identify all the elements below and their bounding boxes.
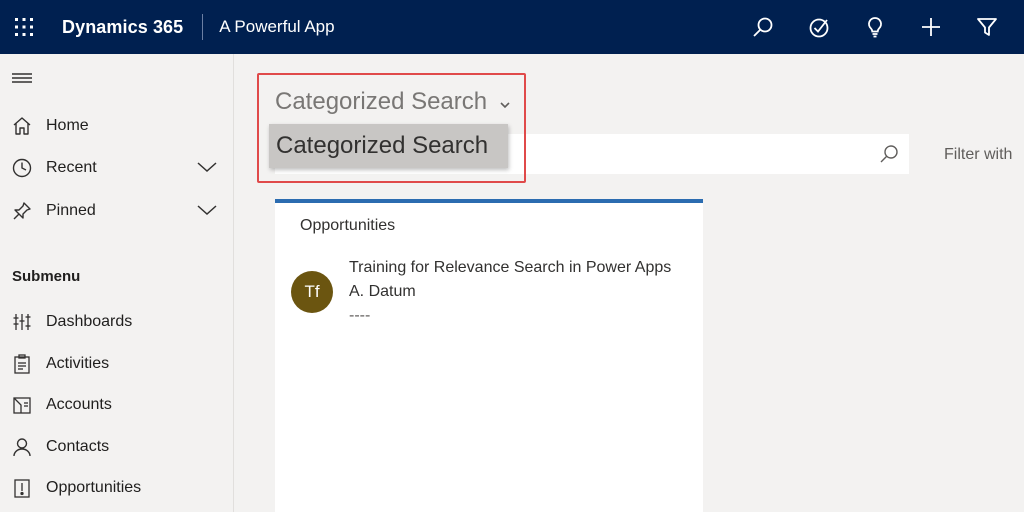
sidebar: Home Recent Pinned Submenu Dashboards Ac… bbox=[0, 54, 234, 512]
hamburger-menu-icon[interactable] bbox=[12, 68, 34, 88]
search-icon[interactable] bbox=[879, 144, 899, 169]
sidebar-item-pinned[interactable]: Pinned bbox=[0, 191, 233, 231]
header-divider bbox=[202, 14, 204, 40]
result-item[interactable]: Tf Training for Relevance Search in Powe… bbox=[291, 255, 691, 335]
sidebar-item-label: Home bbox=[46, 117, 89, 134]
result-extra: ---- bbox=[349, 307, 371, 324]
avatar-initials: Tf bbox=[304, 282, 320, 301]
result-title: Training for Relevance Search in Power A… bbox=[349, 259, 672, 276]
top-icon-group bbox=[735, 0, 1015, 54]
sidebar-item-label: Recent bbox=[46, 159, 97, 176]
filter-icon[interactable] bbox=[959, 0, 1015, 54]
clock-icon bbox=[0, 158, 46, 178]
chevron-down-icon[interactable] bbox=[197, 202, 217, 223]
card-title: Opportunities bbox=[300, 217, 396, 234]
app-launcher-icon[interactable] bbox=[0, 0, 48, 54]
activities-icon bbox=[0, 354, 46, 374]
top-navigation-bar: Dynamics 365 A Powerful App bbox=[0, 0, 1024, 54]
sidebar-item-label: Dashboards bbox=[46, 313, 133, 330]
sidebar-item-accounts[interactable]: Accounts bbox=[0, 385, 233, 425]
sidebar-item-label: Activities bbox=[46, 355, 110, 372]
filter-with-label[interactable]: Filter with bbox=[944, 146, 1012, 164]
search-icon[interactable] bbox=[735, 0, 791, 54]
sidebar-item-activities[interactable]: Activities bbox=[0, 344, 233, 384]
sidebar-item-opportunities[interactable]: Opportunities bbox=[0, 468, 233, 508]
highlight-annotation bbox=[257, 73, 526, 183]
brand-title[interactable]: Dynamics 365 bbox=[62, 17, 183, 38]
result-subtitle: A. Datum bbox=[349, 283, 416, 300]
main-content: Categorized Search Categorized Search Fi… bbox=[235, 54, 1024, 512]
lightbulb-icon[interactable] bbox=[847, 0, 903, 54]
sidebar-item-home[interactable]: Home bbox=[0, 106, 233, 146]
sidebar-item-label: Opportunities bbox=[46, 479, 142, 496]
task-icon[interactable] bbox=[791, 0, 847, 54]
pin-icon bbox=[0, 201, 46, 221]
sidebar-item-contacts[interactable]: Contacts bbox=[0, 427, 233, 467]
chevron-down-icon[interactable] bbox=[197, 159, 217, 180]
sidebar-item-label: Contacts bbox=[46, 438, 110, 455]
sidebar-item-dashboards[interactable]: Dashboards bbox=[0, 302, 233, 342]
app-name[interactable]: A Powerful App bbox=[219, 17, 334, 37]
submenu-title: Submenu bbox=[12, 268, 81, 285]
sidebar-item-label: Pinned bbox=[46, 202, 96, 219]
contact-icon bbox=[0, 437, 46, 457]
dashboard-icon bbox=[0, 312, 46, 332]
accounts-icon bbox=[0, 395, 46, 415]
sidebar-item-recent[interactable]: Recent bbox=[0, 148, 233, 188]
opportunity-icon bbox=[0, 478, 46, 498]
avatar: Tf bbox=[291, 271, 333, 313]
results-card-opportunities: Opportunities Tf Training for Relevance … bbox=[275, 199, 703, 512]
home-icon bbox=[0, 116, 46, 136]
sidebar-item-label: Accounts bbox=[46, 396, 112, 413]
plus-icon[interactable] bbox=[903, 0, 959, 54]
